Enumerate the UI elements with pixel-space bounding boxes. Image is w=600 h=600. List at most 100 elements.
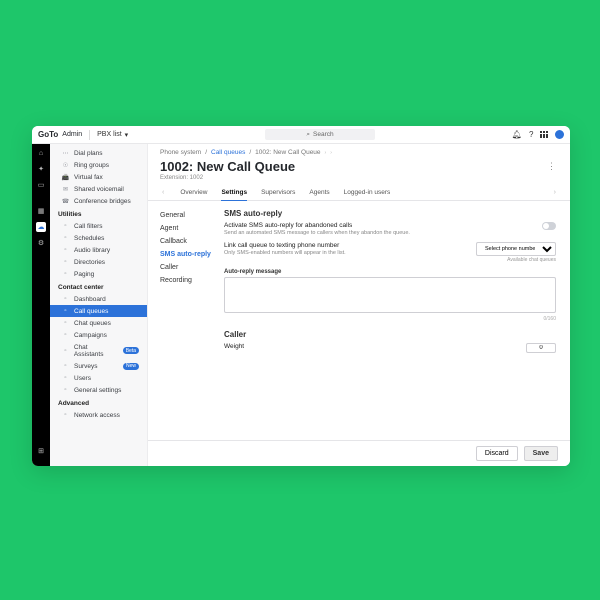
apps-icon[interactable] — [540, 131, 548, 139]
footer: Discard Save — [148, 440, 570, 466]
sidebar-item-icon: ▫ — [62, 387, 69, 393]
rail-phone-icon[interactable]: ☁ — [36, 222, 46, 232]
settings-subnav: GeneralAgentCallbackSMS auto-replyCaller… — [148, 201, 220, 440]
tab-scroll-right[interactable]: › — [552, 187, 558, 198]
sidebar-item[interactable]: ⋯Dial plans — [50, 147, 147, 159]
sidebar-item[interactable]: ▫Call filters — [50, 220, 147, 232]
sidebar-item[interactable]: ▫Network access — [50, 409, 147, 421]
sidebar-section-header: Utilities — [50, 207, 147, 220]
subnav-item[interactable]: Callback — [160, 235, 220, 248]
sidebar-item-label: Call queues — [74, 308, 108, 315]
sidebar-item-label: Surveys — [74, 363, 97, 370]
discard-button[interactable]: Discard — [476, 446, 518, 461]
sidebar-item[interactable]: ☎ Conference bridges — [50, 195, 147, 207]
sidebar-item[interactable]: ▫ Surveys New — [50, 360, 147, 372]
sidebar-item-icon: ▫ — [62, 308, 69, 314]
weight-input[interactable] — [526, 343, 556, 353]
sidebar-item[interactable]: ▫Dashboard — [50, 293, 147, 305]
sidebar-item-label: Chat queues — [74, 320, 111, 327]
divider — [89, 130, 90, 140]
sidebar-item-label: Virtual fax — [74, 174, 103, 181]
sidebar-item-icon: ▫ — [62, 271, 69, 277]
rail-briefcase-icon[interactable]: ▭ — [36, 180, 46, 190]
sidebar-item-label: Audio library — [74, 247, 110, 254]
sidebar-item[interactable]: 📠 Virtual fax — [50, 171, 147, 183]
sidebar-item-label: Conference bridges — [74, 198, 131, 205]
sidebar-item-label: Chat Assistants — [74, 344, 118, 358]
sidebar-section-header: Advanced — [50, 396, 147, 409]
sidebar-item[interactable]: ☉Ring groups — [50, 159, 147, 171]
sidebar-item[interactable]: ▫Chat AssistantsBeta — [50, 341, 147, 360]
tab-settings[interactable]: Settings — [221, 185, 247, 201]
sidebar-item-label: Shared voicemail — [74, 186, 124, 193]
sidebar-item-icon: ✉ — [62, 186, 69, 193]
tab-overview[interactable]: Overview — [180, 185, 207, 200]
crumb-current: 1002: New Call Queue — [255, 149, 320, 156]
auto-reply-textarea[interactable] — [224, 277, 556, 313]
subnav-item[interactable]: SMS auto-reply — [160, 248, 220, 261]
phone-number-select[interactable]: Select phone number — [476, 242, 556, 256]
logo-suffix: Admin — [62, 131, 82, 138]
sidebar-item-icon: ☎ — [62, 198, 69, 205]
search-input[interactable]: ⌕ Search — [265, 129, 375, 140]
auto-reply-label: Auto-reply message — [224, 269, 556, 275]
sidebar-item[interactable]: ▫Schedules — [50, 232, 147, 244]
subnav-item[interactable]: General — [160, 209, 220, 222]
section-caller-heading: Caller — [224, 330, 556, 339]
crumb-sep: / — [205, 149, 207, 156]
sidebar-item[interactable]: ✉ Shared voicemail — [50, 183, 147, 195]
sidebar-item[interactable]: ▫Paging — [50, 268, 147, 280]
sidebar-item-icon: 📠 — [62, 174, 69, 181]
sidebar-section-header: Contact center — [50, 280, 147, 293]
sidebar-item-icon: ▫ — [62, 363, 69, 369]
rail-user-icon[interactable]: ✦ — [36, 164, 46, 174]
subnav-item[interactable]: Caller — [160, 261, 220, 274]
rail-grid-icon[interactable]: ⊞ — [36, 446, 46, 456]
sidebar-item-icon: ⋯ — [62, 150, 69, 157]
sidebar-item[interactable]: ▫Audio library — [50, 244, 147, 256]
rail-home-icon[interactable]: ⌂ — [36, 148, 46, 158]
rail-settings-icon[interactable]: ⚙ — [36, 238, 46, 248]
sidebar-item[interactable]: ▫Users — [50, 372, 147, 384]
sidebar-item[interactable]: ▫ Campaigns — [50, 329, 147, 341]
sidebar-item[interactable]: ▫General settings — [50, 384, 147, 396]
chevron-right-icon[interactable]: › — [325, 150, 327, 156]
kebab-menu-icon[interactable]: ⋮ — [545, 159, 558, 174]
subnav-item[interactable]: Agent — [160, 222, 220, 235]
sidebar-item-icon: ▫ — [62, 332, 69, 338]
sidebar-item[interactable]: ▫ Call queues — [50, 305, 147, 317]
sidebar-item-label: Campaigns — [74, 332, 107, 339]
page-title: 1002: New Call Queue — [160, 159, 295, 174]
tabs: ‹ Overview Settings Supervisors Agents Logge… — [148, 185, 570, 201]
form: SMS auto-reply Activate SMS auto-reply f… — [220, 201, 570, 440]
pbx-label: PBX list — [97, 131, 122, 138]
sidebar-item-icon: ▫ — [62, 320, 69, 326]
tab-supervisors[interactable]: Supervisors — [261, 185, 295, 200]
pbx-dropdown[interactable]: PBX list ▾ — [97, 131, 128, 139]
tab-agents[interactable]: Agents — [309, 185, 329, 200]
sidebar-item-label: Directories — [74, 259, 105, 266]
chevron-right-icon[interactable]: › — [330, 150, 332, 156]
crumb-call-queues[interactable]: Call queues — [211, 149, 245, 156]
help-icon[interactable]: ? — [529, 131, 533, 139]
sidebar-item-icon: ▫ — [62, 375, 69, 381]
tab-scroll-left[interactable]: ‹ — [160, 187, 166, 198]
icon-rail: ⌂ ✦ ▭ ▦ ☁ ⚙ ⊞ — [32, 144, 50, 466]
save-button[interactable]: Save — [524, 446, 558, 461]
sidebar-item-label: Schedules — [74, 235, 104, 242]
bell-icon[interactable]: 🔔︎ — [512, 131, 522, 139]
sidebar-item-icon: ▫ — [62, 259, 69, 265]
avatar[interactable] — [555, 130, 564, 139]
activate-sms-toggle[interactable] — [542, 222, 556, 230]
crumb-phone-system[interactable]: Phone system — [160, 149, 201, 156]
subnav-item[interactable]: Recording — [160, 274, 220, 287]
tab-logged-in-users[interactable]: Logged-in users — [344, 185, 391, 200]
sidebar-item-label: Ring groups — [74, 162, 109, 169]
sidebar-item[interactable]: ▫ Directories — [50, 256, 147, 268]
logo: GoTo Admin — [38, 130, 82, 139]
badge: New — [123, 363, 139, 370]
weight-label: Weight — [224, 343, 526, 350]
sidebar: ⋯Dial plans☉Ring groups 📠 Virtual fax ✉ Shar… — [50, 144, 148, 466]
sidebar-item[interactable]: ▫ Chat queues — [50, 317, 147, 329]
rail-apps-icon[interactable]: ▦ — [36, 206, 46, 216]
